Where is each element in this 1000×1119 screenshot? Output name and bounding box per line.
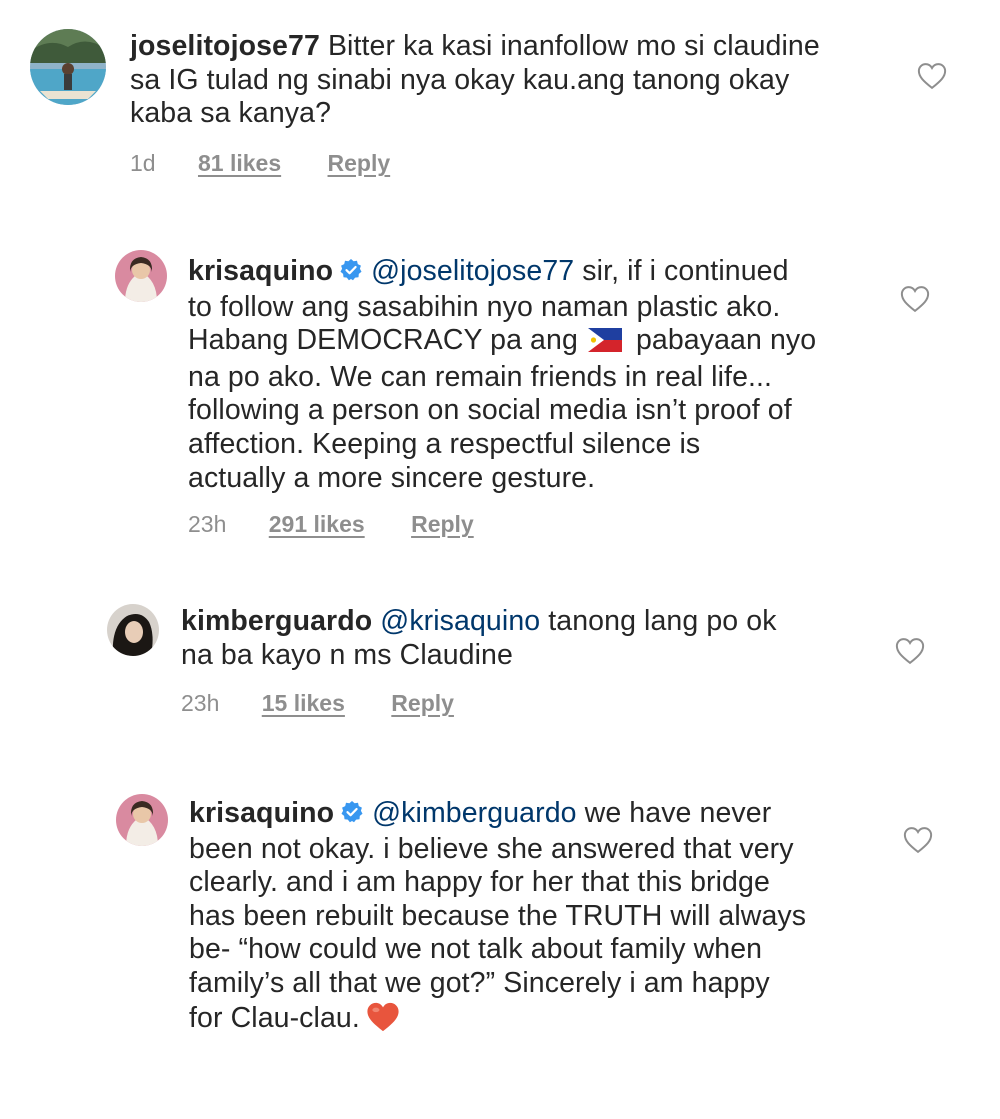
comment-text: be- “how could we not talk about family … bbox=[189, 933, 763, 966]
comment-text: na ba kayo n ms Claudine bbox=[181, 638, 513, 671]
comment-text: kaba sa kanya? bbox=[130, 97, 332, 130]
comment-meta: 23h 15 likes Reply bbox=[181, 690, 454, 717]
avatar[interactable] bbox=[116, 794, 168, 846]
comment-text: Bitter ka kasi inanfollow mo si claudine bbox=[327, 30, 820, 62]
comment-text: pabayaan nyo bbox=[635, 324, 817, 357]
avatar[interactable] bbox=[30, 29, 106, 105]
comment-text: for Clau-clau. bbox=[189, 1001, 360, 1034]
heart-outline-icon[interactable] bbox=[895, 637, 925, 670]
mention-link[interactable]: @joselitojose77 bbox=[371, 255, 574, 287]
likes-count-link[interactable]: 81 likes bbox=[198, 150, 281, 177]
comment-time: 1d bbox=[130, 150, 156, 176]
comment-text: Habang DEMOCRACY pa ang bbox=[188, 324, 578, 357]
comment-text: clearly. and i am happy for her that thi… bbox=[189, 866, 770, 899]
comment-time: 23h bbox=[188, 511, 227, 537]
comment-text: actually a more sincere gesture. bbox=[188, 461, 596, 494]
comment-text: to follow ang sasabihin nyo naman plasti… bbox=[188, 290, 781, 323]
reply-button[interactable]: Reply bbox=[328, 150, 391, 177]
philippines-flag-emoji bbox=[587, 327, 622, 361]
comment-text: has been rebuilt because the TRUTH will … bbox=[189, 899, 807, 932]
comment-username[interactable]: krisaquino bbox=[189, 797, 334, 829]
comment-text: tanong lang po ok bbox=[548, 605, 777, 637]
comment-text: been not okay. i believe she answered th… bbox=[189, 832, 794, 865]
heart-outline-icon[interactable] bbox=[917, 62, 947, 95]
comment-text: following a person on social media isn’t… bbox=[188, 394, 792, 427]
reply-button[interactable]: Reply bbox=[411, 511, 474, 538]
verified-badge-icon bbox=[339, 257, 363, 291]
comment-username[interactable]: kimberguardo bbox=[181, 605, 372, 637]
verified-badge-icon bbox=[340, 799, 364, 833]
red-heart-emoji bbox=[366, 1001, 400, 1042]
avatar[interactable] bbox=[115, 250, 167, 302]
comment-text: sa IG tulad ng sinabi nya okay kau.ang t… bbox=[130, 63, 790, 96]
likes-count-link[interactable]: 291 likes bbox=[269, 511, 365, 538]
mention-link[interactable]: @kimberguardo bbox=[372, 797, 577, 829]
comment-username[interactable]: joselitojose77 bbox=[130, 30, 320, 62]
heart-outline-icon[interactable] bbox=[900, 285, 930, 318]
comment-meta: 23h 291 likes Reply bbox=[188, 511, 474, 538]
likes-count-link[interactable]: 15 likes bbox=[262, 690, 345, 717]
comment-meta: 1d 81 likes Reply bbox=[130, 150, 390, 177]
comment-text: sir, if i continued bbox=[582, 255, 789, 287]
comment-time: 23h bbox=[181, 690, 220, 716]
comment-username[interactable]: krisaquino bbox=[188, 255, 333, 287]
comment-text: family’s all that we got?” Sincerely i a… bbox=[189, 966, 770, 999]
avatar[interactable] bbox=[107, 604, 159, 656]
heart-outline-icon[interactable] bbox=[903, 826, 933, 859]
comment-text: we have never bbox=[584, 797, 772, 829]
mention-link[interactable]: @krisaquino bbox=[380, 605, 540, 637]
comment-text: affection. Keeping a respectful silence … bbox=[188, 427, 701, 460]
comment-text: na po ako. We can remain friends in real… bbox=[188, 360, 773, 393]
reply-button[interactable]: Reply bbox=[391, 690, 454, 717]
